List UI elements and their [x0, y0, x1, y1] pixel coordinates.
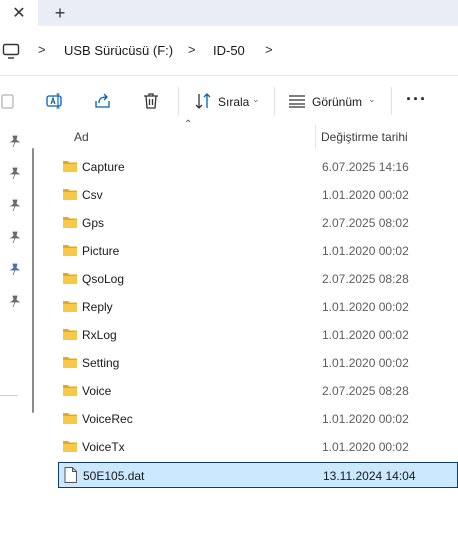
more-options-icon[interactable]: ··· [406, 89, 427, 110]
paste-icon[interactable] [0, 91, 20, 111]
list-item[interactable]: Csv 1.01.2020 00:02 [58, 182, 458, 208]
item-date: 1.01.2020 00:02 [322, 328, 409, 342]
breadcrumb-separator-icon[interactable]: > [188, 42, 196, 57]
item-name: 50E105.dat [83, 469, 145, 483]
list-item[interactable]: RxLog 1.01.2020 00:02 [58, 322, 458, 348]
item-name: Voice [82, 384, 112, 398]
computer-icon[interactable] [2, 42, 20, 60]
column-header-name[interactable]: Ad [74, 130, 89, 144]
nav-scrollbar[interactable] [32, 148, 34, 413]
list-item-selected[interactable]: 50E105.dat 13.11.2024 14:04 [58, 462, 458, 488]
navigation-pane [0, 125, 30, 538]
breadcrumb-id50[interactable]: ID-50 [213, 43, 245, 58]
pin-icon[interactable] [8, 134, 22, 148]
breadcrumb-usb-drive[interactable]: USB Sürücüsü (F:) [64, 43, 173, 58]
rename-icon[interactable] [45, 91, 65, 111]
sort-icon[interactable] [193, 91, 213, 111]
item-date: 6.07.2025 14:16 [322, 160, 409, 174]
list-item[interactable]: Gps 2.07.2025 08:02 [58, 210, 458, 236]
list-item[interactable]: VoiceRec 1.01.2020 00:02 [58, 406, 458, 432]
delete-icon[interactable] [141, 91, 161, 111]
list-item[interactable]: QsoLog 2.07.2025 08:28 [58, 266, 458, 292]
item-date: 2.07.2025 08:28 [322, 384, 409, 398]
view-icon[interactable] [287, 91, 307, 111]
item-date: 13.11.2024 14:04 [323, 469, 416, 483]
item-date: 1.01.2020 00:02 [322, 440, 409, 454]
close-tab-icon[interactable]: ✕ [0, 0, 38, 26]
share-icon[interactable] [93, 91, 113, 111]
folder-icon [63, 245, 77, 256]
list-item[interactable]: Reply 1.01.2020 00:02 [58, 294, 458, 320]
item-date: 1.01.2020 00:02 [322, 300, 409, 314]
item-date: 2.07.2025 08:28 [322, 272, 409, 286]
sort-button[interactable]: Sırala [218, 95, 249, 109]
list-item[interactable]: Setting 1.01.2020 00:02 [58, 350, 458, 376]
address-bar[interactable]: > USB Sürücüsü (F:) > ID-50 > [0, 26, 458, 76]
pin-icon[interactable] [8, 294, 22, 308]
list-item[interactable]: VoiceTx 1.01.2020 00:02 [58, 434, 458, 460]
item-name: Reply [82, 300, 113, 314]
item-name: Gps [82, 216, 105, 230]
item-name: Capture [82, 160, 125, 174]
chevron-down-icon[interactable]: ⌄ [368, 94, 376, 105]
item-date: 2.07.2025 08:02 [322, 216, 409, 230]
folder-icon [63, 385, 77, 396]
item-name: QsoLog [82, 272, 125, 286]
sort-ascending-icon: ⌃ [184, 119, 193, 130]
list-item[interactable]: Capture 6.07.2025 14:16 [58, 154, 458, 180]
folder-icon [63, 301, 77, 312]
folder-icon [63, 357, 77, 368]
folder-icon [63, 189, 77, 200]
toolbar-divider [178, 87, 179, 115]
item-name: Picture [82, 244, 120, 258]
nav-divider [0, 395, 18, 396]
folder-icon [63, 329, 77, 340]
item-name: VoiceTx [82, 440, 125, 454]
toolbar-divider [391, 87, 392, 115]
command-bar: Sırala ⌄ Görünüm ⌄ ··· [0, 77, 458, 125]
folder-icon [63, 161, 77, 172]
pin-icon[interactable] [8, 198, 22, 212]
item-name: Csv [82, 188, 103, 202]
column-header-date-modified[interactable]: Değiştirme tarihi [321, 130, 408, 144]
pin-icon[interactable] [8, 262, 22, 276]
list-item[interactable]: Picture 1.01.2020 00:02 [58, 238, 458, 264]
view-button[interactable]: Görünüm [312, 95, 362, 109]
column-header-row: ⌃ Ad Değiştirme tarihi [58, 119, 458, 149]
item-name: VoiceRec [82, 412, 133, 426]
folder-icon [63, 273, 77, 284]
breadcrumb-separator-icon: > [38, 42, 46, 57]
breadcrumb-expand-icon[interactable]: > [265, 42, 273, 57]
item-name: Setting [82, 356, 120, 370]
folder-icon [63, 441, 77, 452]
item-date: 1.01.2020 00:02 [322, 356, 409, 370]
item-date: 1.01.2020 00:02 [322, 412, 409, 426]
column-divider[interactable] [315, 125, 316, 149]
chevron-down-icon[interactable]: ⌄ [252, 94, 260, 105]
list-item[interactable]: Voice 2.07.2025 08:28 [58, 378, 458, 404]
folder-icon [63, 217, 77, 228]
tab-strip: ✕ + [0, 0, 458, 26]
file-icon [64, 467, 77, 483]
item-name: RxLog [82, 328, 117, 342]
pin-icon[interactable] [8, 230, 22, 244]
folder-icon [63, 413, 77, 424]
new-tab-icon[interactable]: + [44, 0, 76, 26]
toolbar-divider [274, 87, 275, 115]
item-date: 1.01.2020 00:02 [322, 244, 409, 258]
pin-icon[interactable] [8, 166, 22, 180]
item-date: 1.01.2020 00:02 [322, 188, 409, 202]
